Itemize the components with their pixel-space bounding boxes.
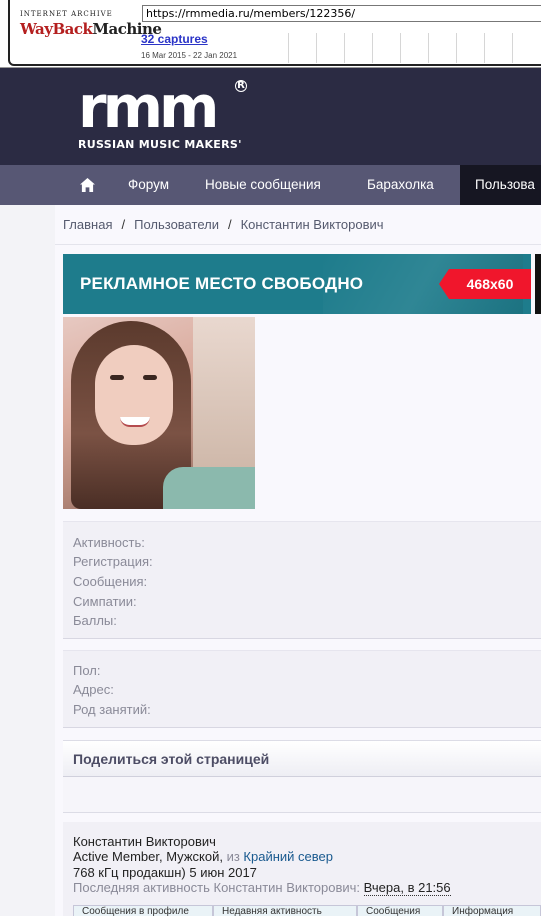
stat-activity: Активность: [73,535,145,550]
ad-edge [535,254,541,314]
share-body [63,777,541,813]
avatar[interactable] [63,317,255,509]
share-title: Поделиться этой страницей [73,751,270,767]
ad-size-badge: 468x60 [439,269,531,299]
nav-forum[interactable]: Форум [128,165,169,205]
last-activity-label: Последняя активность Константин Викторов… [73,880,361,895]
profile-title-line: Active Member, Мужской, из Крайний север [73,849,333,864]
wayback-timeline[interactable] [258,33,541,63]
wayback-logo[interactable]: INTERNET ARCHIVE WayBackMachine [20,10,162,50]
wayback-date-range: 16 Mar 2015 - 22 Jan 2021 [141,51,238,60]
tab-postings[interactable]: Сообщения [357,905,443,916]
ad-banner[interactable]: РЕКЛАМНОЕ МЕСТО СВОБОДНО 468x60 [63,254,531,314]
breadcrumb-divider [55,244,541,245]
profile-line3: 768 кГц продакшн) 5 июн 2017 [73,865,257,880]
main-nav: Форум Новые сообщения Барахолка Пользова [0,165,541,205]
ad-text: РЕКЛАМНОЕ МЕСТО СВОБОДНО [80,274,364,293]
logo-rmm: rmm [78,73,219,141]
nav-new-posts[interactable]: Новые сообщения [205,165,321,205]
profile-info: Константин Викторович Active Member, Муж… [63,822,541,916]
stats-panel: Активность: Регистрация: Сообщения: Симп… [63,521,541,639]
breadcrumb-separator: / [227,217,232,232]
breadcrumb: Главная / Пользователи / Константин Викторов… [63,217,384,232]
breadcrumb-users[interactable]: Пользователи [134,217,219,232]
detail-occupation: Род занятий: [73,702,151,717]
detail-gender: Пол: [73,663,101,678]
tab-information[interactable]: Информация [443,905,541,916]
stat-likes: Симпатии: [73,594,137,609]
tab-recent-activity[interactable]: Недавняя активность [213,905,357,916]
detail-address: Адрес: [73,682,114,697]
breadcrumb-home[interactable]: Главная [63,217,112,232]
avatar-eye-right [143,375,157,380]
site-logo[interactable]: rmm R RUSSIAN MUSIC MAKERS' [78,78,253,158]
wayback-logo-wayback: WayBack [20,20,93,38]
logo-registered-mark: R [235,80,247,92]
wayback-logo-top: INTERNET ARCHIVE [20,10,113,18]
profile-title: Active Member, Мужской, [73,849,227,864]
share-header: Поделиться этой страницей [63,740,541,777]
avatar-shirt [163,467,255,509]
profile-tabs: Сообщения в профиле Недавняя активность … [73,905,541,916]
avatar-eye-left [110,375,124,380]
profile-last-activity: Последняя активность Константин Викторов… [73,880,451,896]
nav-marketplace[interactable]: Барахолка [367,165,434,205]
stat-registration: Регистрация: [73,554,153,569]
last-activity-time[interactable]: Вчера, в 21:56 [363,880,451,896]
profile-location-link[interactable]: Крайний север [243,849,333,864]
site-header: rmm R RUSSIAN MUSIC MAKERS' [0,68,541,165]
wayback-url-input[interactable]: https://rmmedia.ru/members/122356/ [142,5,541,22]
stat-points: Баллы: [73,613,117,628]
stat-messages: Сообщения: [73,574,148,589]
wayback-captures-link[interactable]: 32 captures [141,32,208,46]
details-panel: Пол: Адрес: Род занятий: [63,650,541,728]
wayback-toolbar: INTERNET ARCHIVE WayBackMachine https://… [0,0,541,68]
avatar-face [95,345,173,445]
profile-name: Константин Викторович [73,834,216,849]
logo-subtitle: RUSSIAN MUSIC MAKERS' [78,138,242,151]
profile-from: из [226,849,240,864]
home-icon[interactable] [80,178,95,192]
nav-users[interactable]: Пользова [460,165,541,205]
tab-profile-posts[interactable]: Сообщения в профиле [73,905,213,916]
wayback-logo-text: WayBackMachine [20,20,162,38]
breadcrumb-separator: / [121,217,126,232]
breadcrumb-current[interactable]: Константин Викторович [241,217,384,232]
